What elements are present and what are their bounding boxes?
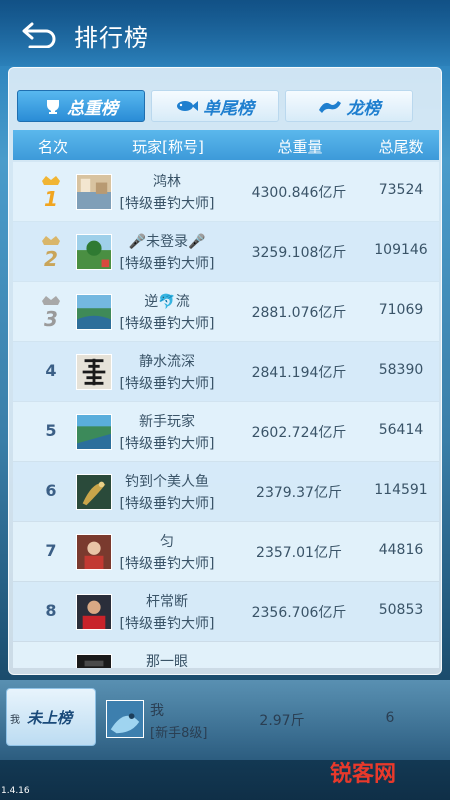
tab-total-weight[interactable]: 总重榜 xyxy=(17,90,145,122)
total-count: 71069 xyxy=(378,302,424,318)
player-name: 钓到个美人鱼 xyxy=(125,474,209,490)
player-name: 🎤未登录🎤 xyxy=(128,234,206,250)
svg-text:3: 3 xyxy=(44,307,58,329)
player-title: [特级垂钓大师] xyxy=(119,316,215,332)
avatar xyxy=(76,654,112,668)
total-count: 56414 xyxy=(378,422,424,438)
rank-number: 7 xyxy=(45,541,57,560)
back-arrow-icon[interactable] xyxy=(22,20,58,48)
total-count: 44816 xyxy=(378,542,424,558)
player-title: [特级垂钓大师] xyxy=(119,256,215,272)
my-player-title: [新手8级] xyxy=(150,726,208,741)
table-row[interactable]: 1 鸿林 [特级垂钓大师] 4300.846亿斤 73524 xyxy=(13,162,439,221)
tab-total-weight-label: 总重榜 xyxy=(67,98,118,119)
avatar xyxy=(76,294,112,330)
player-title: [特级垂钓大师] xyxy=(119,496,215,512)
my-rank-bar: 我 未上榜 我 [新手8级] 2.97斤 6 xyxy=(0,680,450,760)
player-title: [特级垂钓大师] xyxy=(119,376,215,392)
rank-number: 5 xyxy=(45,421,57,440)
header-total-count: 总尾数 xyxy=(378,138,424,156)
tab-single-fish-label: 单尾榜 xyxy=(203,98,254,119)
my-total-count: 6 xyxy=(385,710,395,726)
player-name: 逆🐬流 xyxy=(144,294,190,310)
dragon-icon xyxy=(318,101,341,113)
total-count: 73524 xyxy=(378,182,424,198)
total-weight: 4300.846亿斤 xyxy=(251,185,347,201)
total-count: 50853 xyxy=(378,602,424,618)
fish-icon xyxy=(177,101,198,111)
avatar xyxy=(76,174,112,210)
table-row[interactable]: 8 杆常断 [特级垂钓大师] 2356.706亿斤 50853 xyxy=(13,582,439,641)
leaderboard-panel: 总重榜 单尾榜 龙榜 名次 玩家[称号] 总重量 总尾数 1 鸿林 [特级垂钓大… xyxy=(8,67,442,675)
tab-single-fish[interactable]: 单尾榜 xyxy=(151,90,279,122)
avatar xyxy=(76,474,112,510)
table-row[interactable]: 5 新手玩家 [特级垂钓大师] 2602.724亿斤 56414 xyxy=(13,402,439,461)
tab-dragon[interactable]: 龙榜 xyxy=(285,90,413,122)
trophy-icon xyxy=(47,100,59,114)
my-player-name: 我 xyxy=(150,703,164,719)
total-weight: 3259.108亿斤 xyxy=(251,245,347,261)
total-weight: 2379.37亿斤 xyxy=(256,485,342,501)
header-total-weight: 总重量 xyxy=(277,138,323,156)
leaderboard-tabs: 总重榜 单尾榜 龙榜 xyxy=(17,90,413,122)
header-rank: 名次 xyxy=(37,138,68,156)
player-title: [特级垂钓大师] xyxy=(119,436,215,452)
watermark-logo: 锐客网 xyxy=(330,762,397,787)
table-row[interactable]: 6 钓到个美人鱼 [特级垂钓大师] 2379.37亿斤 114591 xyxy=(13,462,439,521)
my-rank-badge: 我 未上榜 xyxy=(6,688,96,746)
player-name: 鸿林 xyxy=(153,174,181,190)
player-name: 新手玩家 xyxy=(139,414,195,430)
my-rank-status: 未上榜 xyxy=(27,709,73,727)
tab-dragon-label: 龙榜 xyxy=(346,98,381,119)
my-total-weight: 2.97斤 xyxy=(259,713,305,729)
avatar xyxy=(106,700,144,738)
header-player: 玩家[称号] xyxy=(132,138,204,156)
leaderboard-list[interactable]: 1 鸿林 [特级垂钓大师] 4300.846亿斤 73524 2 🎤未登录🎤 [… xyxy=(13,162,439,668)
total-weight: 2356.706亿斤 xyxy=(251,605,347,621)
total-weight: 2602.724亿斤 xyxy=(251,425,347,441)
svg-text:2: 2 xyxy=(44,247,58,269)
player-name: 杆常断 xyxy=(146,594,188,610)
player-title: [特级垂钓大师] xyxy=(119,556,215,572)
version-label: 1.4.16 xyxy=(1,786,30,796)
player-name: 静水流深 xyxy=(139,354,195,370)
total-weight: 2357.01亿斤 xyxy=(256,545,342,561)
player-title: [特级垂钓大师] xyxy=(119,616,215,632)
avatar xyxy=(76,594,112,630)
svg-text:1: 1 xyxy=(44,187,58,209)
player-title: [特级垂钓大师] xyxy=(119,196,215,212)
my-badge-small-label: 我 xyxy=(10,715,20,726)
silver-crown-icon: 2 xyxy=(42,236,60,269)
total-weight: 2881.076亿斤 xyxy=(251,305,347,321)
rank-number: 4 xyxy=(45,361,57,380)
avatar xyxy=(76,534,112,570)
total-count: 114591 xyxy=(374,482,428,498)
rank-number: 6 xyxy=(45,481,57,500)
avatar xyxy=(76,354,112,390)
avatar xyxy=(76,414,112,450)
page-title: 排行榜 xyxy=(74,24,149,52)
table-header: 名次 玩家[称号] 总重量 总尾数 xyxy=(13,130,439,160)
rank-number: 8 xyxy=(45,601,57,620)
top-bar: 排行榜 xyxy=(0,0,450,66)
total-count: 58390 xyxy=(378,362,424,378)
player-name: 那一眼 xyxy=(146,654,188,668)
table-row[interactable]: 2 🎤未登录🎤 [特级垂钓大师] 3259.108亿斤 109146 xyxy=(13,222,439,281)
total-weight: 2841.194亿斤 xyxy=(251,365,347,381)
table-row[interactable]: 那一眼 xyxy=(13,642,439,668)
bronze-crown-icon: 3 xyxy=(42,296,60,329)
gold-crown-icon: 1 xyxy=(42,176,60,209)
avatar xyxy=(76,234,112,270)
total-count: 109146 xyxy=(374,242,428,258)
table-row[interactable]: 7 匀 [特级垂钓大师] 2357.01亿斤 44816 xyxy=(13,522,439,581)
player-name: 匀 xyxy=(160,534,174,550)
table-row[interactable]: 3 逆🐬流 [特级垂钓大师] 2881.076亿斤 71069 xyxy=(13,282,439,341)
table-row[interactable]: 4 静水流深 [特级垂钓大师] 2841.194亿斤 58390 xyxy=(13,342,439,401)
